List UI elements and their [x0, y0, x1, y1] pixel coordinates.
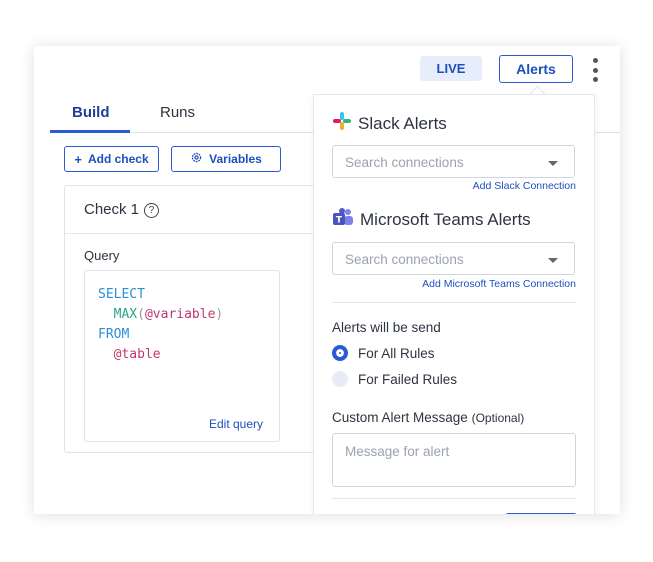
radio-failed-rules-label: For Failed Rules — [358, 371, 458, 387]
slack-title-text: Slack Alerts — [358, 113, 447, 133]
check-title-text: Check 1 — [84, 201, 140, 218]
radio-all-rules-label: For All Rules — [358, 345, 435, 361]
svg-text:T: T — [336, 216, 343, 226]
custom-alert-message-label: Custom Alert Message (Optional) — [332, 410, 524, 425]
save-button[interactable] — [505, 513, 577, 514]
custom-message-placeholder: Message for alert — [345, 444, 450, 459]
slack-icon — [332, 111, 352, 136]
code-variable: @variable — [144, 307, 216, 322]
code-function: MAX — [113, 307, 138, 322]
teams-section-title: T Microsoft Teams Alerts — [332, 207, 531, 232]
code-paren-close: ) — [215, 307, 224, 322]
radio-all-rules[interactable]: For All Rules — [332, 345, 435, 361]
code-table: @table — [113, 347, 161, 362]
optional-tag: (Optional) — [471, 411, 525, 425]
alerts-button[interactable]: Alerts — [499, 55, 573, 83]
chevron-down-icon — [548, 161, 558, 166]
gear-icon — [190, 151, 203, 167]
slack-select-placeholder: Search connections — [345, 155, 464, 170]
tab-runs[interactable]: Runs — [160, 104, 195, 121]
slack-section-title: Slack Alerts — [332, 111, 447, 136]
radio-selected-icon[interactable] — [332, 345, 348, 361]
radio-unselected-icon[interactable] — [332, 371, 348, 387]
code-keyword-from: FROM — [98, 327, 130, 342]
teams-title-text: Microsoft Teams Alerts — [360, 209, 531, 229]
query-code-box: SELECT MAX(@variable) FROM @table Edit q… — [84, 270, 280, 442]
custom-message-label-text: Custom Alert Message — [332, 410, 468, 425]
alerts-panel: Slack Alerts Search connections Add Slac… — [313, 94, 595, 514]
add-teams-connection-link[interactable]: Add Microsoft Teams Connection — [422, 278, 576, 290]
plus-icon: + — [74, 151, 82, 167]
more-options-icon[interactable] — [588, 58, 602, 82]
variables-label: Variables — [209, 152, 262, 166]
slack-connections-select[interactable]: Search connections — [332, 145, 575, 178]
check-title: Check 1? — [84, 201, 160, 218]
tab-build[interactable]: Build — [72, 104, 110, 121]
chevron-down-icon — [548, 258, 558, 263]
code-keyword-select: SELECT — [98, 287, 145, 302]
alerts-send-label: Alerts will be send — [332, 320, 441, 335]
teams-icon: T — [332, 207, 354, 232]
teams-select-placeholder: Search connections — [345, 252, 464, 267]
teams-connections-select[interactable]: Search connections — [332, 242, 575, 275]
divider — [332, 498, 576, 499]
live-badge: LIVE — [420, 56, 482, 81]
query-code: SELECT MAX(@variable) FROM @table — [98, 285, 223, 365]
radio-failed-rules[interactable]: For Failed Rules — [332, 371, 457, 387]
help-icon[interactable]: ? — [144, 203, 160, 218]
add-slack-connection-link[interactable]: Add Slack Connection — [473, 180, 576, 192]
add-check-label: Add check — [87, 152, 149, 166]
query-label: Query — [84, 248, 120, 263]
custom-message-input[interactable]: Message for alert — [332, 433, 576, 487]
variables-button[interactable]: Variables — [171, 146, 281, 172]
add-check-button[interactable]: + Add check — [64, 146, 159, 172]
main-card: LIVE Alerts Build Runs + Add check Varia… — [34, 46, 620, 514]
divider — [332, 302, 576, 303]
code-paren-open: ( — [137, 307, 145, 322]
active-tab-indicator — [50, 130, 130, 133]
edit-query-link[interactable]: Edit query — [209, 417, 263, 431]
